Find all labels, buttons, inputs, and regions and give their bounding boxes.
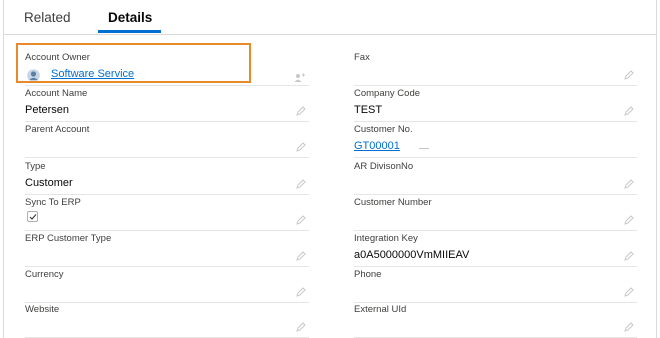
field-integration-key: Integration Key a0A5000000VmMIIEAV xyxy=(354,233,637,267)
customer-no-link[interactable]: GT00001 xyxy=(354,140,400,152)
divider xyxy=(354,121,637,122)
integration-key-value: a0A5000000VmMIIEAV xyxy=(354,249,470,261)
account-name-value: Petersen xyxy=(25,104,70,116)
pencil-icon[interactable] xyxy=(624,322,634,332)
details-panel: Related Details Account Owner Software S… xyxy=(3,0,657,338)
divider xyxy=(354,157,637,158)
divider xyxy=(354,302,637,303)
field-account-name: Account Name Petersen xyxy=(25,88,309,122)
divider xyxy=(25,194,309,195)
field-company-code: Company Code TEST xyxy=(354,88,637,122)
field-customer-no: Customer No. GT00001 xyxy=(354,124,637,158)
divider xyxy=(25,121,309,122)
customer-no-label: Customer No. xyxy=(354,124,413,135)
pencil-icon[interactable] xyxy=(624,70,634,80)
account-name-label: Account Name xyxy=(25,88,88,99)
checkmark-icon xyxy=(29,214,37,220)
external-uid-label: External UId xyxy=(354,304,407,315)
tab-bar: Related Details xyxy=(4,0,656,35)
company-code-value: TEST xyxy=(354,104,383,116)
field-website: Website xyxy=(25,304,309,338)
pencil-icon[interactable] xyxy=(624,215,634,225)
customer-number-label: Customer Number xyxy=(354,197,432,208)
pencil-icon[interactable] xyxy=(624,251,634,261)
phone-label: Phone xyxy=(354,269,382,280)
pencil-icon[interactable] xyxy=(624,179,634,189)
pencil-icon[interactable] xyxy=(296,287,306,297)
type-label: Type xyxy=(25,161,46,172)
divider xyxy=(25,85,309,86)
pencil-icon[interactable] xyxy=(296,322,306,332)
field-ar-divison-no: AR DivisonNo xyxy=(354,161,637,195)
divider xyxy=(354,266,637,267)
pencil-icon[interactable] xyxy=(624,287,634,297)
pencil-icon[interactable] xyxy=(624,106,634,116)
currency-label: Currency xyxy=(25,269,64,280)
field-external-uid: External UId xyxy=(354,304,637,338)
divider xyxy=(354,194,637,195)
field-sync-to-erp: Sync To ERP xyxy=(25,197,309,231)
pencil-icon[interactable] xyxy=(296,106,306,116)
field-erp-customer-type: ERP Customer Type xyxy=(25,233,309,267)
divider xyxy=(354,230,637,231)
placeholder-dash xyxy=(419,148,429,149)
highlight-box xyxy=(16,43,251,83)
type-value: Customer xyxy=(25,177,73,189)
pencil-icon[interactable] xyxy=(296,179,306,189)
website-label: Website xyxy=(25,304,60,315)
divider xyxy=(25,230,309,231)
pencil-icon[interactable] xyxy=(296,142,306,152)
tab-details[interactable]: Details xyxy=(97,10,162,33)
integration-key-label: Integration Key xyxy=(354,233,418,244)
divider xyxy=(25,302,309,303)
ar-divison-no-label: AR DivisonNo xyxy=(354,161,414,172)
tab-related[interactable]: Related xyxy=(24,10,71,32)
divider xyxy=(25,266,309,267)
erp-customer-type-label: ERP Customer Type xyxy=(25,233,112,244)
field-parent-account: Parent Account xyxy=(25,124,309,158)
field-type: Type Customer xyxy=(25,161,309,195)
fax-label: Fax xyxy=(354,52,370,63)
field-currency: Currency xyxy=(25,269,309,303)
change-owner-icon[interactable] xyxy=(294,70,306,82)
company-code-label: Company Code xyxy=(354,88,421,99)
pencil-icon[interactable] xyxy=(296,251,306,261)
divider xyxy=(25,157,309,158)
pencil-icon[interactable] xyxy=(296,215,306,225)
divider xyxy=(354,85,637,86)
parent-account-label: Parent Account xyxy=(25,124,90,135)
field-customer-number: Customer Number xyxy=(354,197,637,231)
sync-to-erp-checkbox[interactable] xyxy=(27,211,38,222)
field-fax: Fax xyxy=(354,52,637,86)
sync-to-erp-label: Sync To ERP xyxy=(25,197,81,208)
field-phone: Phone xyxy=(354,269,637,303)
